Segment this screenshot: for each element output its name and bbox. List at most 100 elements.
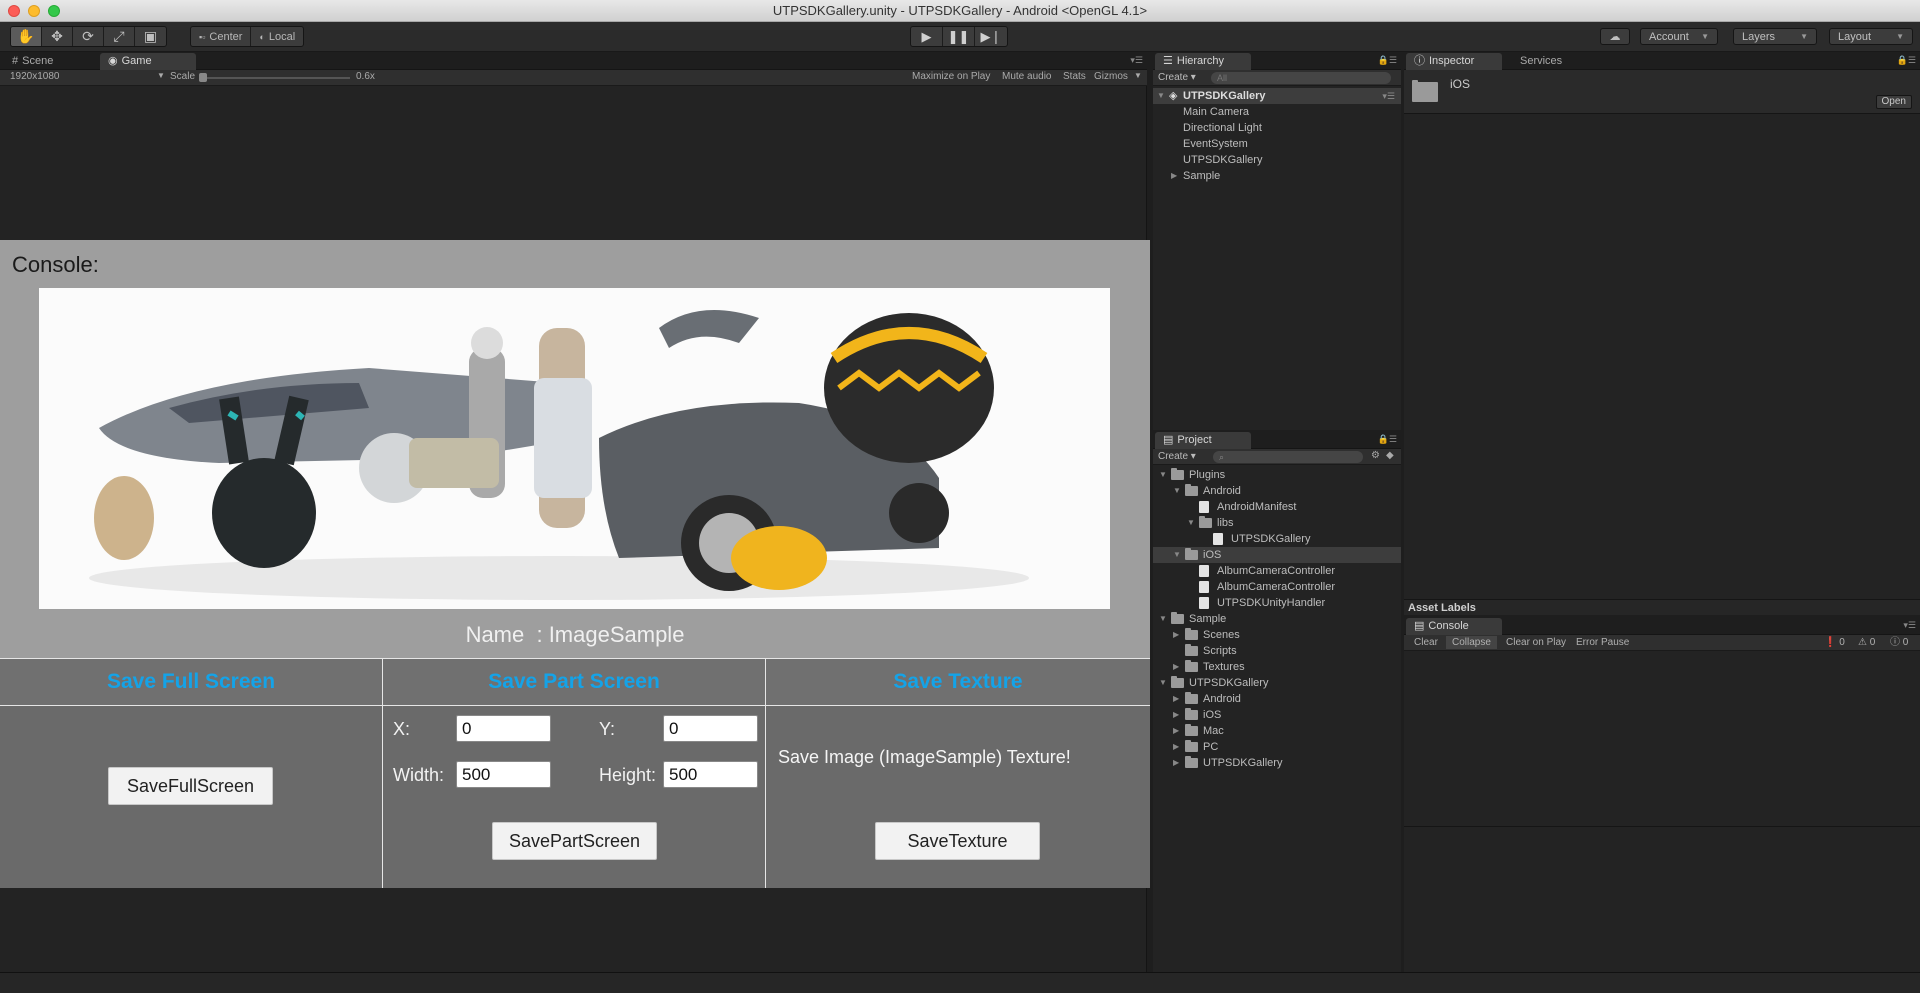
project-folder-row[interactable]: ▼ Android	[1153, 483, 1401, 499]
project-folder-row[interactable]: ▶ Mac	[1153, 723, 1401, 739]
filter-type-icon[interactable]: ⚙	[1371, 450, 1380, 461]
panel-menu-icon[interactable]: ▾☰	[1130, 55, 1143, 66]
pivot-center-button[interactable]: ▪▫ Center	[191, 27, 252, 46]
project-folder-row[interactable]: ▼ Sample	[1153, 611, 1401, 627]
save-part-screen-button[interactable]: SavePartScreen	[492, 822, 657, 860]
cloud-button[interactable]: ☁	[1600, 28, 1630, 45]
project-file-row[interactable]: AndroidManifest	[1153, 499, 1401, 515]
tab-console[interactable]: ▤ Console	[1406, 618, 1502, 635]
expand-arrow-icon[interactable]: ▶	[1173, 755, 1179, 771]
hierarchy-item[interactable]: UTPSDKGallery	[1153, 152, 1401, 168]
mute-audio-toggle[interactable]: Mute audio	[1002, 71, 1051, 82]
save-full-screen-button[interactable]: SaveFullScreen	[108, 767, 273, 805]
scene-menu-icon[interactable]: ▾☰	[1382, 88, 1395, 104]
open-asset-button[interactable]: Open	[1875, 95, 1912, 109]
hand-tool-button[interactable]: ✋	[11, 27, 42, 46]
scale-slider-thumb[interactable]	[199, 73, 207, 82]
console-collapse-button[interactable]: Collapse	[1446, 636, 1497, 649]
project-file-row[interactable]: UTPSDKUnityHandler	[1153, 595, 1401, 611]
project-folder-row[interactable]: ▶ Scenes	[1153, 627, 1401, 643]
expand-arrow-icon[interactable]: ▼	[1157, 88, 1165, 104]
save-texture-button[interactable]: SaveTexture	[875, 822, 1040, 860]
layout-label: Layout	[1838, 30, 1872, 43]
collapse-arrow-icon[interactable]: ▼	[1159, 611, 1167, 627]
collapse-arrow-icon[interactable]: ▼	[1173, 483, 1181, 499]
hierarchy-item[interactable]: Directional Light	[1153, 120, 1401, 136]
expand-arrow-icon[interactable]: ▶	[1171, 168, 1177, 184]
project-folder-row[interactable]: ▶ Android	[1153, 691, 1401, 707]
project-file-row[interactable]: AlbumCameraController	[1153, 563, 1401, 579]
minimize-window-button[interactable]	[28, 5, 40, 17]
height-input[interactable]	[663, 761, 758, 788]
step-button[interactable]: ▶❘	[975, 27, 1007, 46]
console-warning-filter[interactable]: ⚠ 0	[1852, 636, 1881, 649]
project-file-row[interactable]: UTPSDKGallery	[1153, 531, 1401, 547]
tab-services[interactable]: Services	[1512, 53, 1572, 70]
expand-arrow-icon[interactable]: ▶	[1173, 739, 1179, 755]
project-folder-row[interactable]: ▶ Textures	[1153, 659, 1401, 675]
collapse-arrow-icon[interactable]: ▼	[1187, 515, 1195, 531]
resolution-dropdown[interactable]: 1920x1080	[10, 71, 60, 82]
move-tool-button[interactable]: ✥	[42, 27, 73, 46]
lock-menu-icon[interactable]: 🔒☰	[1897, 55, 1916, 66]
rotate-tool-button[interactable]: ⟳	[73, 27, 104, 46]
collapse-arrow-icon[interactable]: ▼	[1159, 467, 1167, 483]
maximize-on-play-toggle[interactable]: Maximize on Play	[912, 71, 990, 82]
scale-slider[interactable]	[202, 77, 350, 79]
project-search-input[interactable]: ⌕	[1213, 451, 1363, 463]
hierarchy-search-input[interactable]	[1211, 72, 1391, 84]
close-window-button[interactable]	[8, 5, 20, 17]
y-input[interactable]	[663, 715, 758, 742]
tab-project[interactable]: ▤ Project	[1155, 432, 1251, 449]
tab-inspector[interactable]: ⓘ Inspector	[1406, 53, 1502, 70]
expand-arrow-icon[interactable]: ▶	[1173, 659, 1179, 675]
tab-hierarchy[interactable]: ☰ Hierarchy	[1155, 53, 1251, 70]
rect-tool-button[interactable]: ▣	[135, 27, 166, 46]
x-input[interactable]	[456, 715, 551, 742]
project-folder-row[interactable]: ▼ libs	[1153, 515, 1401, 531]
console-error-filter[interactable]: ⓘ 0	[1884, 636, 1914, 649]
hierarchy-item[interactable]: Main Camera	[1153, 104, 1401, 120]
expand-arrow-icon[interactable]: ▶	[1173, 723, 1179, 739]
console-menu-icon[interactable]: ▾☰	[1903, 620, 1916, 631]
scene-root-row[interactable]: ▼ ◈ UTPSDKGallery ▾☰	[1153, 88, 1401, 104]
pivot-local-button[interactable]: ◐ Local	[251, 27, 303, 46]
project-folder-row[interactable]: ▶ iOS	[1153, 707, 1401, 723]
account-dropdown[interactable]: Account ▼	[1640, 28, 1718, 45]
width-input[interactable]	[456, 761, 551, 788]
tab-game[interactable]: ◉ Game	[100, 53, 196, 70]
project-folder-row[interactable]: ▼ iOS	[1153, 547, 1401, 563]
layout-dropdown[interactable]: Layout ▼	[1829, 28, 1913, 45]
play-button[interactable]: ▶	[911, 27, 943, 46]
asset-labels-header[interactable]: Asset Labels	[1404, 599, 1920, 615]
project-folder-row[interactable]: Scripts	[1153, 643, 1401, 659]
hierarchy-create-button[interactable]: Create ▾	[1158, 72, 1196, 83]
layers-dropdown[interactable]: Layers ▼	[1733, 28, 1817, 45]
project-create-button[interactable]: Create ▾	[1158, 451, 1196, 462]
pause-button[interactable]: ❚❚	[943, 27, 975, 46]
project-folder-row[interactable]: ▶ PC	[1153, 739, 1401, 755]
collapse-arrow-icon[interactable]: ▼	[1159, 675, 1167, 691]
stats-toggle[interactable]: Stats	[1063, 71, 1086, 82]
hierarchy-item[interactable]: ▶ Sample	[1153, 168, 1401, 184]
collapse-arrow-icon[interactable]: ▼	[1173, 547, 1181, 563]
maximize-window-button[interactable]	[48, 5, 60, 17]
project-file-row[interactable]: AlbumCameraController	[1153, 579, 1401, 595]
scale-tool-button[interactable]: ⤢	[104, 27, 135, 46]
lock-menu-icon[interactable]: 🔒☰	[1378, 434, 1397, 445]
tab-scene[interactable]: # Scene	[4, 53, 63, 70]
project-folder-row[interactable]: ▼ UTPSDKGallery	[1153, 675, 1401, 691]
project-folder-row[interactable]: ▶ UTPSDKGallery	[1153, 755, 1401, 771]
console-clear-on-play-button[interactable]: Clear on Play	[1500, 636, 1572, 649]
filter-label-icon[interactable]: ◆	[1386, 450, 1394, 461]
console-error-pause-button[interactable]: Error Pause	[1570, 636, 1635, 649]
console-clear-button[interactable]: Clear	[1408, 636, 1444, 649]
expand-arrow-icon[interactable]: ▶	[1173, 707, 1179, 723]
project-folder-row[interactable]: ▼ Plugins	[1153, 467, 1401, 483]
expand-arrow-icon[interactable]: ▶	[1173, 691, 1179, 707]
expand-arrow-icon[interactable]: ▶	[1173, 627, 1179, 643]
lock-menu-icon[interactable]: 🔒☰	[1378, 55, 1397, 66]
console-log-filter[interactable]: ❗ 0	[1818, 636, 1851, 649]
gizmos-dropdown[interactable]: Gizmos	[1094, 71, 1128, 82]
hierarchy-item[interactable]: EventSystem	[1153, 136, 1401, 152]
